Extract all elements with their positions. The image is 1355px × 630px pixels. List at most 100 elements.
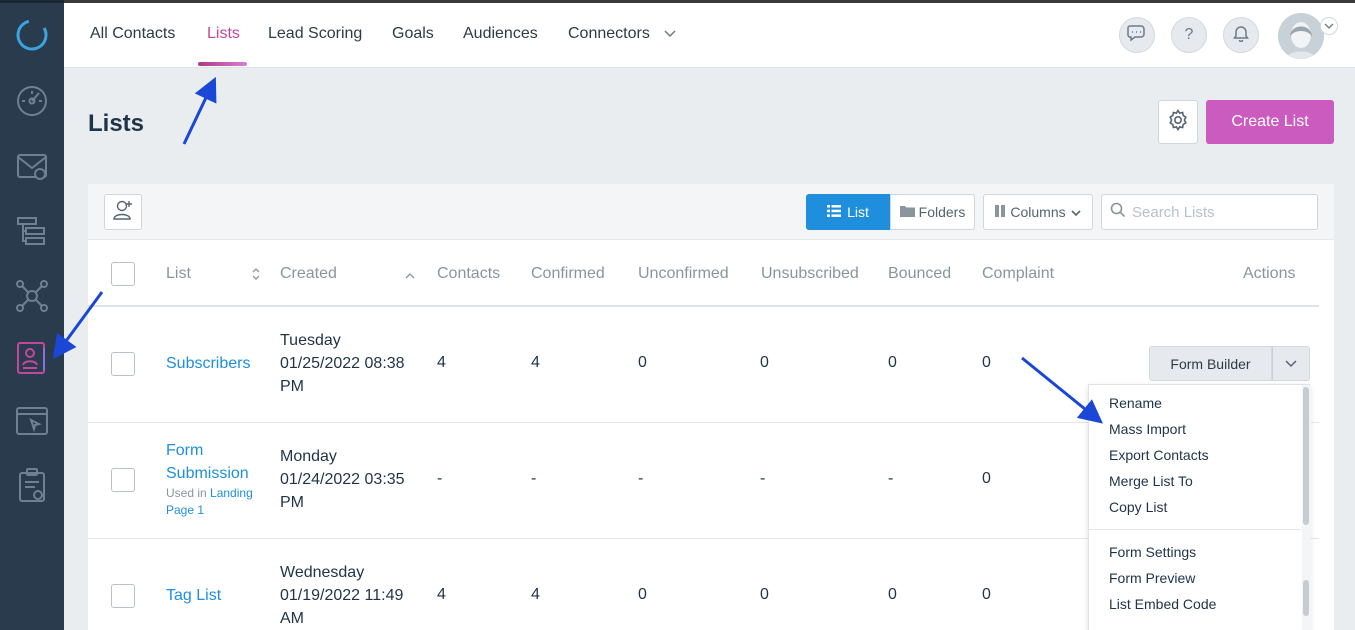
network-nodes-icon[interactable] — [14, 278, 50, 314]
add-contact-button[interactable] — [104, 194, 142, 230]
row-checkbox[interactable] — [111, 352, 135, 376]
menu-item-mass-import[interactable]: Mass Import — [1109, 421, 1186, 437]
columns-dropdown-button[interactable]: Columns — [983, 194, 1093, 230]
list-name-link[interactable]: Form Submission — [166, 439, 249, 485]
tab-connectors[interactable]: Connectors — [568, 25, 676, 43]
menu-divider — [1089, 529, 1301, 530]
tab-goals[interactable]: Goals — [392, 25, 434, 43]
created-ampm: PM — [280, 494, 304, 511]
used-in-prefix: Used in — [166, 486, 207, 500]
column-header-complaint[interactable]: Complaint — [982, 265, 1054, 283]
row-checkbox[interactable] — [111, 584, 135, 608]
unsubscribed-count: 0 — [760, 354, 769, 371]
contacts-count: - — [437, 470, 443, 487]
select-all-checkbox[interactable] — [111, 262, 135, 286]
column-header-confirmed[interactable]: Confirmed — [531, 265, 605, 283]
column-header-unsubscribed[interactable]: Unsubscribed — [761, 265, 859, 283]
folders-view-button[interactable]: Folders — [890, 194, 975, 230]
tab-all-contacts[interactable]: All Contacts — [90, 25, 175, 43]
bell-icon — [1233, 24, 1249, 47]
created-date: Tuesday 01/25/2022 08:38 PM — [280, 329, 420, 398]
column-header-bounced[interactable]: Bounced — [888, 265, 951, 283]
create-list-button[interactable]: Create List — [1206, 100, 1334, 144]
search-box[interactable] — [1101, 194, 1318, 230]
list-view-label: List — [847, 204, 869, 220]
columns-label: Columns — [1010, 204, 1066, 220]
menu-item-merge-list-to[interactable]: Merge List To — [1109, 473, 1193, 489]
tab-lists[interactable]: Lists — [207, 25, 240, 43]
created-datetime: 01/19/2022 11:49 — [280, 587, 404, 604]
campaigns-envelope-icon[interactable] — [14, 148, 50, 184]
dashboard-gauge-icon[interactable] — [14, 83, 50, 119]
columns-icon — [995, 204, 1006, 220]
menu-item-rename[interactable]: Rename — [1109, 395, 1162, 411]
chevron-down-icon — [664, 25, 676, 43]
row-checkbox[interactable] — [111, 468, 135, 492]
logo-icon[interactable] — [14, 17, 50, 53]
chat-button[interactable] — [1119, 17, 1155, 53]
created-datetime: 01/24/2022 03:35 — [280, 471, 405, 488]
column-header-unconfirmed[interactable]: Unconfirmed — [638, 265, 729, 283]
menu-item-list-embed-code[interactable]: List Embed Code — [1109, 596, 1216, 612]
contacts-lists-icon[interactable] — [14, 340, 50, 376]
column-header-list[interactable]: List — [166, 265, 191, 283]
gear-icon — [1167, 108, 1189, 136]
scrollbar-thumb-lower[interactable] — [1303, 580, 1309, 616]
confirmed-count: 4 — [531, 586, 540, 603]
bounced-count: 0 — [888, 586, 897, 603]
created-day: Tuesday — [280, 332, 341, 349]
tab-connectors-label: Connectors — [568, 25, 650, 42]
actions-dropdown-toggle[interactable] — [1272, 346, 1310, 381]
header-divider — [88, 305, 1319, 307]
confirmed-count: 4 — [531, 354, 540, 371]
chat-bubble-icon — [1127, 24, 1147, 47]
list-name-line1: Form — [166, 442, 204, 459]
unconfirmed-count: 0 — [638, 354, 647, 371]
menu-item-export-contacts[interactable]: Export Contacts — [1109, 447, 1209, 463]
menu-scrollbar[interactable] — [1302, 385, 1311, 630]
menu-item-copy-list[interactable]: Copy List — [1109, 499, 1167, 515]
search-lists-input[interactable] — [1132, 203, 1312, 221]
column-header-created[interactable]: Created — [280, 265, 337, 283]
active-tab-indicator — [198, 62, 247, 66]
column-header-actions: Actions — [1243, 265, 1296, 282]
chevron-down-icon — [1285, 355, 1297, 373]
form-builder-button[interactable]: Form Builder — [1149, 346, 1272, 381]
actions-dropdown-menu: Rename Mass Import Export Contacts Merge… — [1088, 384, 1311, 630]
list-icon — [827, 204, 842, 220]
scrollbar-thumb[interactable] — [1303, 387, 1309, 525]
chevron-down-icon — [1071, 204, 1081, 220]
list-name-line2: Submission — [166, 465, 249, 482]
tab-lead-scoring[interactable]: Lead Scoring — [268, 25, 362, 43]
used-in-page-link[interactable]: Page 1 — [166, 503, 204, 517]
arrow-to-lists-tab — [182, 76, 217, 145]
automations-flow-icon[interactable] — [14, 213, 50, 249]
column-header-contacts[interactable]: Contacts — [437, 265, 500, 283]
bounced-count: 0 — [888, 354, 897, 371]
used-in-landing-link[interactable]: Landing — [210, 486, 253, 500]
bounced-count: - — [888, 470, 894, 487]
table-toolbar: List Folders Columns — [88, 184, 1334, 240]
unconfirmed-count: - — [638, 470, 644, 487]
menu-item-form-preview[interactable]: Form Preview — [1109, 570, 1195, 586]
created-datetime: 01/25/2022 08:38 — [280, 355, 405, 372]
tab-audiences[interactable]: Audiences — [463, 25, 538, 43]
created-ampm: AM — [280, 610, 304, 627]
list-name-link[interactable]: Tag List — [166, 584, 221, 607]
menu-item-form-settings[interactable]: Form Settings — [1109, 544, 1196, 560]
settings-button[interactable] — [1158, 100, 1198, 144]
created-day: Monday — [280, 448, 337, 465]
user-avatar[interactable] — [1278, 13, 1324, 59]
help-button[interactable]: ? — [1171, 17, 1207, 53]
created-ampm: PM — [280, 378, 304, 395]
help-question-icon: ? — [1184, 26, 1194, 43]
sort-ascending-icon[interactable] — [405, 267, 415, 285]
notifications-button[interactable] — [1223, 17, 1259, 53]
list-name-link[interactable]: Subscribers — [166, 352, 250, 375]
list-view-button[interactable]: List — [806, 194, 890, 230]
site-tracking-window-icon[interactable] — [14, 403, 50, 439]
created-date: Wednesday 01/19/2022 11:49 AM — [280, 561, 420, 630]
sort-icon[interactable] — [251, 267, 261, 286]
account-menu-chevron-icon[interactable] — [1320, 17, 1338, 35]
forms-clipboard-icon[interactable] — [14, 467, 50, 503]
